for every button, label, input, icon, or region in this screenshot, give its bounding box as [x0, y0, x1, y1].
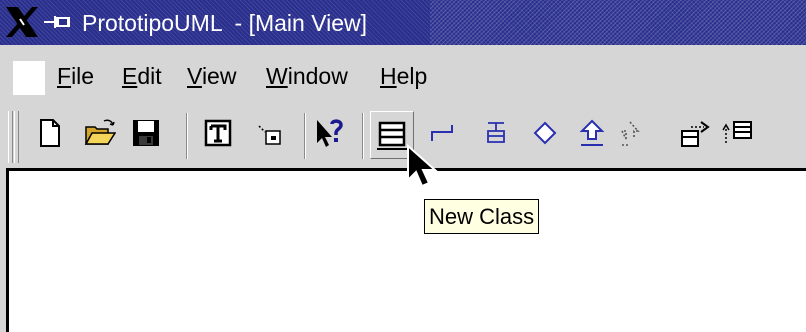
menu-file[interactable]: File	[57, 59, 94, 93]
generalization-icon	[579, 119, 605, 146]
app-window: PrototipoUML - [Main View] File Edit Vie…	[0, 0, 806, 332]
diagram-canvas[interactable]	[6, 168, 806, 332]
open-folder-icon	[84, 119, 116, 145]
small-box-icon	[258, 125, 281, 145]
toolbar-separator	[186, 113, 188, 159]
dashed-generalization-icon	[620, 121, 640, 146]
package-arrow-icon	[681, 121, 710, 147]
toolbar-grip[interactable]	[8, 111, 13, 163]
pin-icon[interactable]	[44, 14, 72, 30]
title-bar[interactable]: PrototipoUML - [Main View]	[0, 0, 806, 45]
package-arrow-button[interactable]	[679, 117, 711, 149]
mouse-pointer-icon	[407, 144, 438, 188]
menu-bar: File Edit View Window Help	[0, 45, 806, 108]
note-arrow-button[interactable]	[722, 117, 754, 149]
dashed-generalization-button[interactable]	[614, 117, 646, 149]
text-icon	[204, 119, 232, 147]
title-bar-pattern	[430, 0, 806, 45]
menu-system-box[interactable]	[13, 61, 45, 95]
menu-edit[interactable]: Edit	[122, 59, 162, 93]
save-icon	[133, 120, 159, 146]
save-button[interactable]	[130, 117, 162, 149]
toolbar-grip-2[interactable]	[14, 111, 19, 163]
diamond-button[interactable]	[529, 117, 561, 149]
toolbar-separator-2	[304, 113, 306, 159]
toolbar-separator-3	[362, 113, 364, 159]
dependency-button[interactable]	[480, 117, 512, 149]
toolbar	[0, 107, 806, 167]
menu-view[interactable]: View	[187, 59, 236, 93]
new-class-tooltip: New Class	[424, 199, 540, 234]
note-arrow-icon	[722, 121, 752, 143]
menu-window[interactable]: Window	[266, 59, 348, 93]
x-logo-icon[interactable]	[4, 5, 40, 39]
new-file-icon	[40, 119, 60, 147]
context-help-button[interactable]	[314, 117, 346, 149]
text-tool-button[interactable]	[202, 117, 234, 149]
menu-help[interactable]: Help	[380, 59, 427, 93]
window-title: PrototipoUML - [Main View]	[82, 10, 368, 36]
help-arrow-icon	[317, 119, 343, 147]
generalization-button[interactable]	[576, 117, 608, 149]
open-folder-button[interactable]	[84, 117, 116, 149]
class-icon	[377, 121, 407, 150]
diamond-icon	[533, 121, 557, 145]
small-box-button[interactable]	[254, 117, 286, 149]
dependency-icon	[487, 122, 505, 143]
new-file-button[interactable]	[34, 117, 66, 149]
